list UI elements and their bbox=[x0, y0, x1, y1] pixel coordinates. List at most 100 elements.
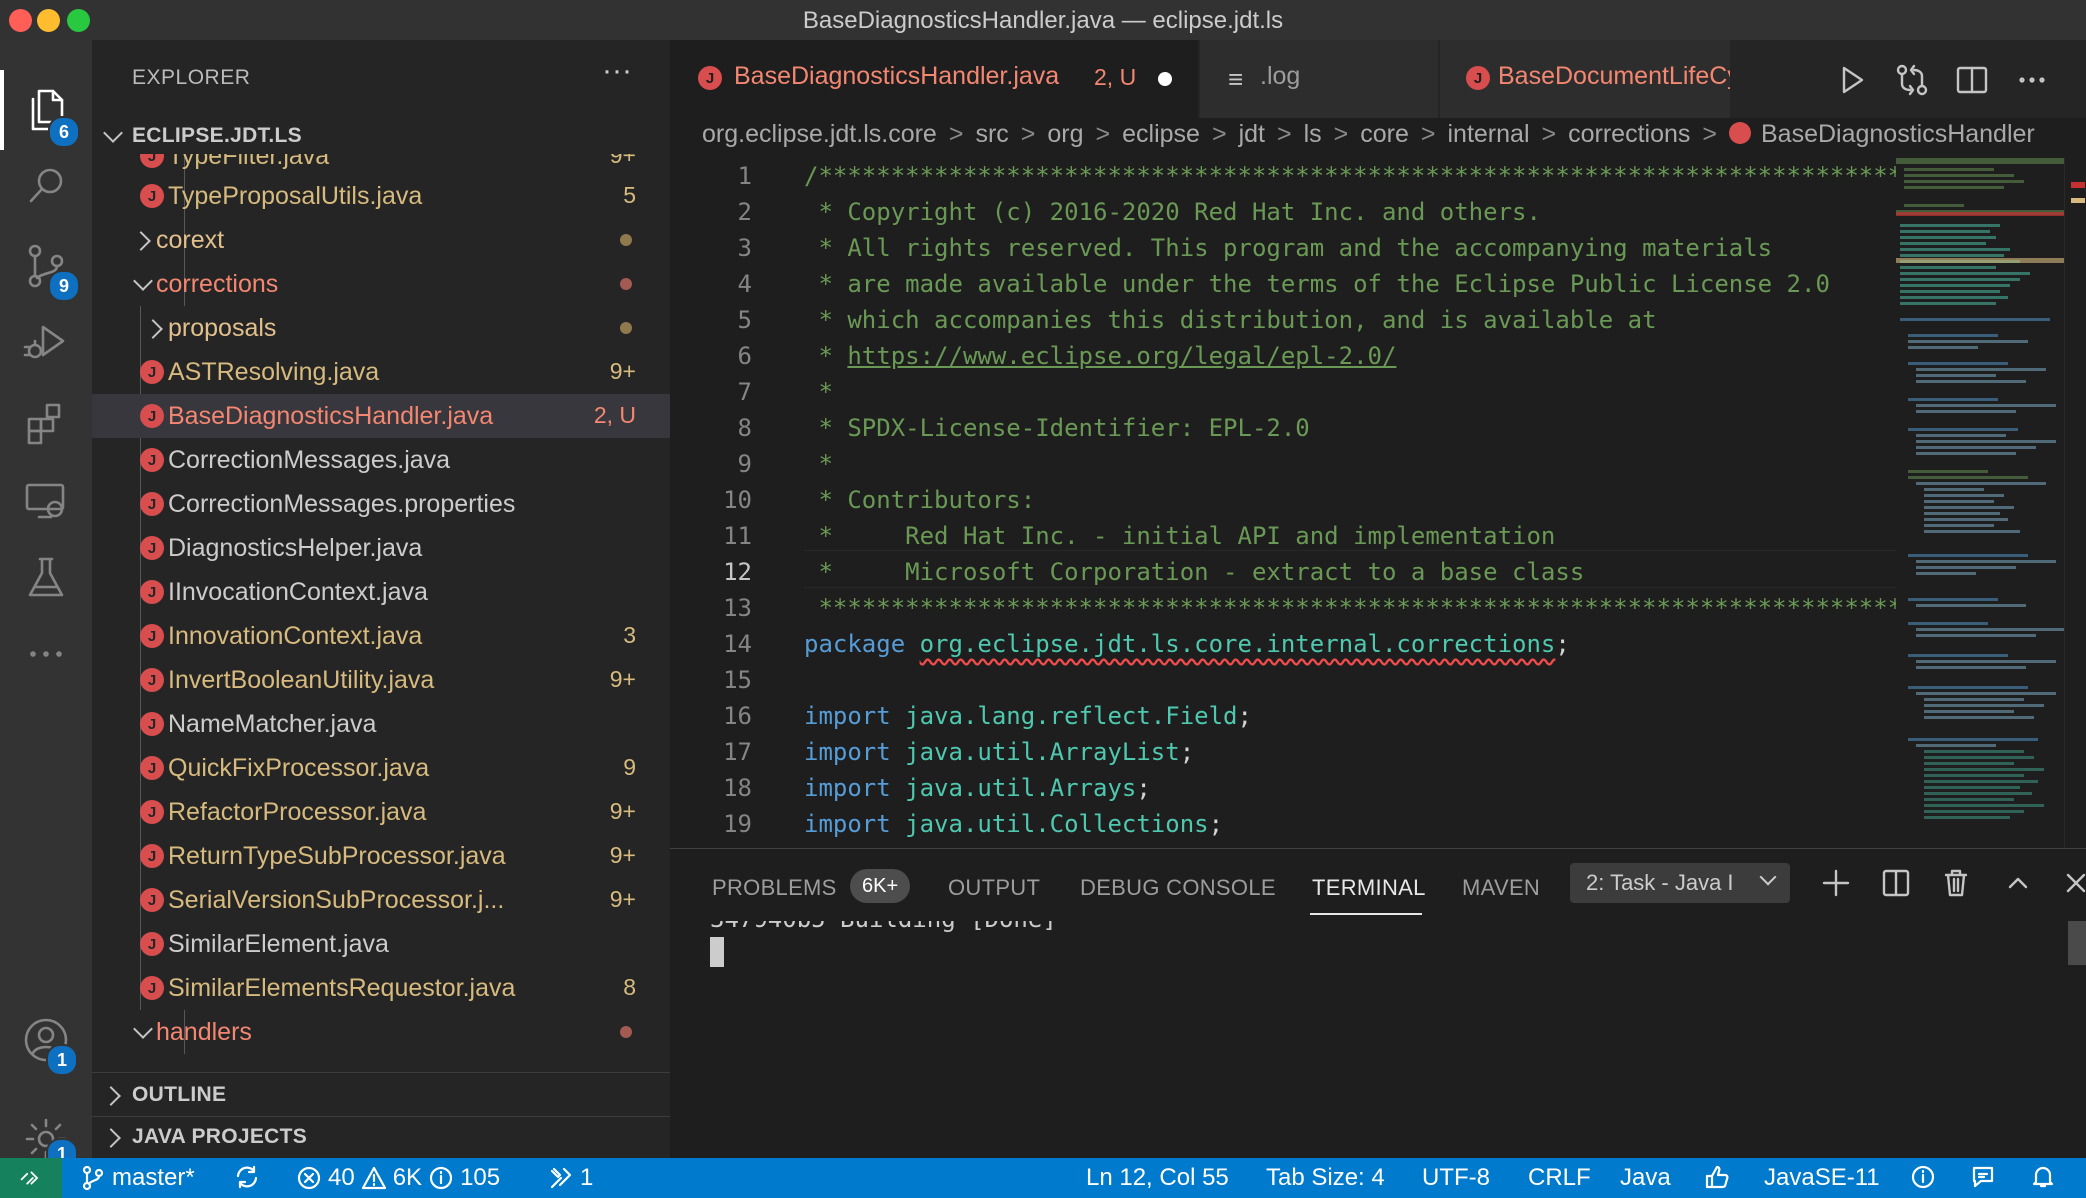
breadcrumb-item[interactable]: BaseDiagnosticsHandler bbox=[1761, 120, 2035, 148]
breadcrumb-item[interactable]: corrections bbox=[1568, 120, 1690, 148]
remote-indicator[interactable] bbox=[0, 1158, 62, 1198]
close-panel-button[interactable] bbox=[2056, 863, 2086, 903]
tree-item-typeproposalutils[interactable]: J TypeProposalUtils.java 5 bbox=[92, 174, 670, 218]
line-number: 16 bbox=[723, 702, 752, 730]
language-label: Java bbox=[1620, 1164, 1671, 1191]
java-error-icon: J bbox=[140, 624, 164, 648]
file-name: SimilarElement.java bbox=[168, 930, 389, 958]
tree-item-serialversionsubprocessor[interactable]: J SerialVersionSubProcessor.j... 9+ bbox=[92, 878, 670, 922]
feedback-button[interactable] bbox=[1970, 1164, 1996, 1190]
tab-maven[interactable]: MAVEN bbox=[1462, 875, 1540, 901]
breadcrumb-item[interactable]: jdt bbox=[1239, 120, 1265, 148]
tree-item-basediagnosticshandler[interactable]: J BaseDiagnosticsHandler.java 2, U bbox=[92, 394, 670, 438]
unsaved-dot-icon[interactable] bbox=[1158, 72, 1172, 86]
java-runtime[interactable]: JavaSE-11 bbox=[1764, 1164, 1880, 1192]
line-number: 10 bbox=[723, 486, 752, 514]
chevron-down-icon bbox=[133, 271, 153, 291]
tab-problems[interactable]: PROBLEMS bbox=[712, 875, 837, 901]
accounts-activity[interactable]: 1 bbox=[0, 1000, 92, 1080]
import-name: java.lang.reflect.Field bbox=[905, 702, 1238, 730]
breadcrumb-item[interactable]: internal bbox=[1448, 120, 1530, 148]
tab-output[interactable]: OUTPUT bbox=[948, 875, 1040, 901]
project-section-header[interactable]: ECLIPSE.JDT.LS bbox=[92, 116, 670, 156]
maximize-panel-button[interactable] bbox=[1998, 863, 2038, 903]
file-name: ReturnTypeSubProcessor.java bbox=[168, 842, 506, 870]
tree-item-similarelement[interactable]: J SimilarElement.java bbox=[92, 922, 670, 966]
sync-button[interactable] bbox=[234, 1164, 260, 1190]
breadcrumb-item[interactable]: src bbox=[975, 120, 1008, 148]
remote-explorer-activity[interactable] bbox=[0, 460, 92, 540]
compare-changes-button[interactable] bbox=[1892, 60, 1932, 100]
cursor-position[interactable]: Ln 12, Col 55 bbox=[1086, 1164, 1229, 1192]
new-terminal-button[interactable] bbox=[1816, 863, 1856, 903]
editor-scrollbar[interactable] bbox=[2064, 158, 2086, 848]
keyword: import bbox=[804, 810, 891, 838]
tab-size[interactable]: Tab Size: 4 bbox=[1266, 1164, 1385, 1192]
language-mode[interactable]: Java bbox=[1620, 1164, 1671, 1192]
tree-item-iinvocationcontext[interactable]: J IInvocationContext.java bbox=[92, 570, 670, 614]
code-line: * SPDX-License-Identifier: EPL-2.0 bbox=[804, 414, 1310, 442]
terminal-select[interactable]: 2: Task - Java I bbox=[1570, 863, 1790, 903]
line-ending[interactable]: CRLF bbox=[1528, 1164, 1591, 1192]
breadcrumb-item[interactable]: eclipse bbox=[1122, 120, 1200, 148]
encoding[interactable]: UTF-8 bbox=[1422, 1164, 1490, 1192]
extensions-activity[interactable] bbox=[0, 382, 92, 462]
terminal-scrollbar[interactable] bbox=[2068, 921, 2086, 965]
license-link[interactable]: https://www.eclipse.org/legal/epl-2.0/ bbox=[847, 342, 1396, 370]
tree-folder-proposals[interactable]: proposals bbox=[92, 306, 670, 350]
problems-indicator[interactable]: 40 6K 105 bbox=[296, 1164, 500, 1192]
file-name: ASTResolving.java bbox=[168, 358, 380, 386]
tab-terminal[interactable]: TERMINAL bbox=[1312, 875, 1426, 901]
tree-item-innovationcontext[interactable]: J InnovationContext.java 3 bbox=[92, 614, 670, 658]
code-editor[interactable]: 1 2 3 4 5 6 7 8 9 10 11 12 13 14 15 16 1… bbox=[670, 158, 2086, 848]
feedback-info-button[interactable] bbox=[1910, 1164, 1936, 1190]
breadcrumb-item[interactable]: org.eclipse.jdt.ls.core bbox=[702, 120, 937, 148]
minimap[interactable] bbox=[1896, 158, 2066, 848]
tree-item-astresolving[interactable]: J ASTResolving.java 9+ bbox=[92, 350, 670, 394]
tree-item-namematcher[interactable]: J NameMatcher.java bbox=[92, 702, 670, 746]
more-activity[interactable] bbox=[0, 614, 92, 694]
tree-item-returntypesubprocessor[interactable]: J ReturnTypeSubProcessor.java 9+ bbox=[92, 834, 670, 878]
explorer-more-button[interactable]: ··· bbox=[602, 54, 632, 88]
error-dot-icon bbox=[620, 278, 632, 290]
tree-folder-handlers[interactable]: handlers bbox=[92, 1010, 670, 1054]
tree-item-refactorprocessor[interactable]: J RefactorProcessor.java 9+ bbox=[92, 790, 670, 834]
branch-indicator[interactable]: master* bbox=[80, 1164, 195, 1192]
outline-section-header[interactable]: OUTLINE bbox=[92, 1072, 670, 1117]
tree-item-invertbooleanutility[interactable]: J InvertBooleanUtility.java 9+ bbox=[92, 658, 670, 702]
more-actions-button[interactable] bbox=[2012, 60, 2052, 100]
tree-folder-corrections[interactable]: corrections bbox=[92, 262, 670, 306]
explorer-activity[interactable]: 6 bbox=[0, 70, 92, 150]
tools-indicator[interactable]: 1 bbox=[548, 1164, 593, 1192]
tree-item-correctionmessages-java[interactable]: J CorrectionMessages.java bbox=[92, 438, 670, 482]
line-number: 14 bbox=[723, 630, 752, 658]
split-terminal-button[interactable] bbox=[1876, 863, 1916, 903]
tree-item-correctionmessages-properties[interactable]: J CorrectionMessages.properties bbox=[92, 482, 670, 526]
run-debug-activity[interactable] bbox=[0, 302, 92, 382]
tree-item-similarelementsrequestor[interactable]: J SimilarElementsRequestor.java 8 bbox=[92, 966, 670, 1010]
flask-icon bbox=[28, 557, 64, 597]
testing-activity[interactable] bbox=[0, 538, 92, 618]
java-status[interactable] bbox=[1704, 1164, 1730, 1190]
breadcrumb-item[interactable]: core bbox=[1360, 120, 1409, 148]
split-editor-button[interactable] bbox=[1952, 60, 1992, 100]
folder-name: handlers bbox=[156, 1018, 252, 1046]
tab-basediagnosticshandler[interactable]: J BaseDiagnosticsHandler.java 2, U bbox=[670, 40, 1199, 118]
search-icon bbox=[29, 168, 63, 203]
tree-item-quickfixprocessor[interactable]: J QuickFixProcessor.java 9 bbox=[92, 746, 670, 790]
run-button[interactable] bbox=[1832, 60, 1872, 100]
tab-basedocumentlifecycle[interactable]: J BaseDocumentLifeCycleH bbox=[1440, 40, 1731, 118]
java-projects-section-header[interactable]: JAVA PROJECTS bbox=[92, 1116, 670, 1159]
notifications-button[interactable] bbox=[2030, 1164, 2056, 1190]
tab-log[interactable]: ≡ .log bbox=[1200, 40, 1439, 118]
tree-item-diagnosticshelper[interactable]: J DiagnosticsHelper.java bbox=[92, 526, 670, 570]
tab-debug-console[interactable]: DEBUG CONSOLE bbox=[1080, 875, 1276, 901]
code-line: * bbox=[804, 378, 833, 406]
java-error-icon bbox=[1728, 122, 1751, 144]
search-activity[interactable] bbox=[0, 146, 92, 226]
breadcrumb-item[interactable]: org bbox=[1047, 120, 1083, 148]
kill-terminal-button[interactable] bbox=[1936, 863, 1976, 903]
source-control-activity[interactable]: 9 bbox=[0, 226, 92, 306]
breadcrumb-item[interactable]: ls bbox=[1304, 120, 1322, 148]
tree-folder-corext[interactable]: corext bbox=[92, 218, 670, 262]
